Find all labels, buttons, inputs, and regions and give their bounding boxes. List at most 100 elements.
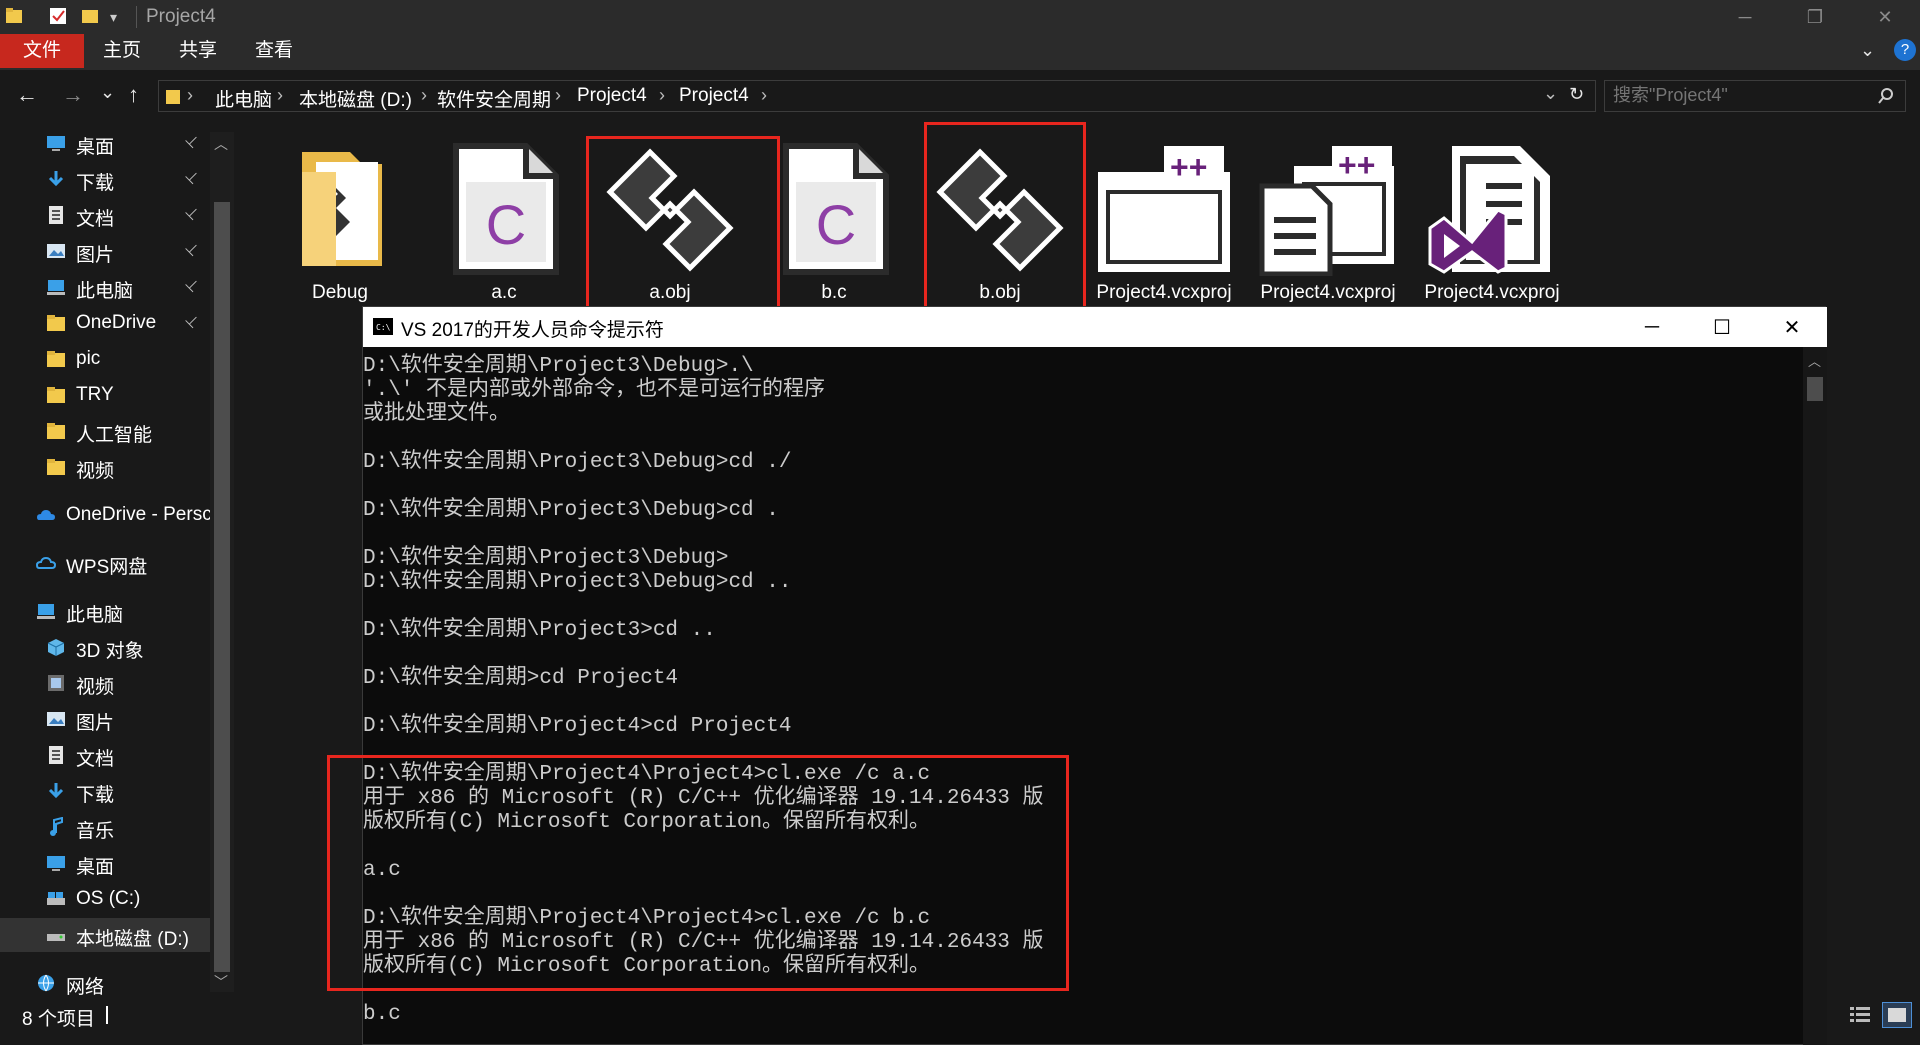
large-icons-view-icon[interactable]	[1882, 1002, 1912, 1028]
breadcrumb[interactable]: › 此电脑 › 本地磁盘 (D:) › 软件安全周期 › Project4 › …	[158, 80, 1596, 112]
maximize-button[interactable]: ❐	[1780, 0, 1850, 34]
sidebar-item-4[interactable]: 此电脑 ⊥	[0, 270, 210, 304]
pin-icon[interactable]: ⊥	[182, 238, 204, 260]
search-box[interactable]	[1604, 80, 1906, 112]
breadcrumb-item-software-security[interactable]: 软件安全周期	[437, 85, 551, 112]
console-scrollbar[interactable]: ︿	[1803, 347, 1827, 1045]
sidebar-item-15[interactable]: 图片	[0, 702, 210, 736]
customize-toolbar-icon[interactable]: ▾	[110, 9, 130, 29]
file-item-project4-vcxproj-user[interactable]: ++ Project4.vcxproj	[1248, 132, 1408, 312]
file-item-a-c[interactable]: C a.c	[424, 132, 584, 312]
sidebar-item-11[interactable]: WPS网盘	[0, 546, 210, 580]
sidebar-item-12[interactable]: 此电脑	[0, 594, 210, 628]
sidebar-item-5[interactable]: OneDrive ⊥	[0, 306, 210, 340]
file-item-project4-vcxproj-filters[interactable]: ++ Project4.vcxproj	[1084, 132, 1244, 312]
sidebar-item-2[interactable]: 文档 ⊥	[0, 198, 210, 232]
item-count: 8 个项目	[22, 1009, 95, 1030]
close-button[interactable]: ✕	[1850, 0, 1920, 34]
scroll-down-icon[interactable]: ﹀	[214, 972, 228, 992]
console-title-bar[interactable]: C:\ VS 2017的开发人员命令提示符 ─ ☐ ✕	[363, 307, 1827, 347]
recent-locations-button[interactable]: ⌄	[100, 82, 115, 110]
refresh-icon[interactable]: ↻	[1569, 84, 1584, 105]
back-button[interactable]: ←	[16, 82, 38, 110]
nav-scrollbar-thumb[interactable]	[214, 202, 230, 972]
search-input[interactable]	[1613, 85, 1873, 106]
help-icon[interactable]: ?	[1894, 39, 1916, 61]
tab-home[interactable]: 主页	[90, 34, 154, 68]
address-dropdown-icon[interactable]: ⌄	[1543, 83, 1558, 104]
sidebar-item-label: WPS网盘	[66, 557, 148, 578]
pin-icon[interactable]: ⊥	[182, 130, 204, 152]
sidebar-item-20[interactable]: OS (C:)	[0, 882, 210, 916]
console-close-button[interactable]: ✕	[1757, 307, 1827, 347]
sidebar-item-13[interactable]: 3D 对象	[0, 630, 210, 664]
properties-icon[interactable]	[48, 6, 68, 26]
forward-button[interactable]: →	[62, 82, 84, 110]
breadcrumb-item-project4-sub[interactable]: Project4	[679, 85, 749, 107]
folder-icon	[46, 385, 66, 405]
sidebar-item-16[interactable]: 文档	[0, 738, 210, 772]
details-view-icon[interactable]	[1848, 1004, 1872, 1031]
pin-icon[interactable]: ⊥	[182, 166, 204, 188]
breadcrumb-item-project4[interactable]: Project4	[577, 85, 647, 107]
tab-share[interactable]: 共享	[166, 34, 230, 68]
sidebar-item-8[interactable]: 人工智能	[0, 414, 210, 448]
breadcrumb-separator[interactable]: ›	[187, 85, 193, 106]
sidebar-item-10[interactable]: OneDrive - Persc	[0, 498, 210, 532]
document-icon	[46, 205, 66, 225]
scroll-up-icon[interactable]: ︿	[1808, 351, 1821, 370]
sidebar-item-0[interactable]: 桌面 ⊥	[0, 126, 210, 160]
sidebar-item-7[interactable]: TRY	[0, 378, 210, 412]
svg-text:++: ++	[1170, 149, 1207, 185]
breadcrumb-separator[interactable]: ›	[659, 85, 665, 106]
console-line: D:\软件安全周期\Project3>cd ..	[363, 619, 716, 642]
sidebar-item-22[interactable]: 网络	[0, 966, 210, 1000]
pin-icon[interactable]: ⊥	[182, 202, 204, 224]
computer-icon	[46, 277, 66, 297]
console-line: D:\软件安全周期\Project3\Debug>	[363, 547, 729, 570]
file-item-project4-vcxproj[interactable]: Project4.vcxproj	[1412, 132, 1572, 312]
pin-icon[interactable]: ⊥	[182, 310, 204, 332]
tab-file[interactable]: 文件	[0, 34, 84, 68]
console-minimize-button[interactable]: ─	[1617, 307, 1687, 347]
command-prompt-window[interactable]: C:\ VS 2017的开发人员命令提示符 ─ ☐ ✕ D:\软件安全周期\Pr…	[327, 306, 1827, 1045]
nav-scrollbar[interactable]: ︿ ﹀	[210, 132, 234, 992]
breadcrumb-item-this-pc[interactable]: 此电脑	[215, 85, 272, 112]
sidebar-item-3[interactable]: 图片 ⊥	[0, 234, 210, 268]
sidebar-item-6[interactable]: pic	[0, 342, 210, 376]
sidebar-item-19[interactable]: 桌面	[0, 846, 210, 880]
console-scrollbar-thumb[interactable]	[1807, 377, 1823, 401]
breadcrumb-item-drive-d[interactable]: 本地磁盘 (D:)	[299, 85, 412, 112]
sidebar-item-label: 网络	[66, 977, 105, 998]
breadcrumb-separator[interactable]: ›	[277, 85, 283, 106]
sidebar-item-9[interactable]: 视频	[0, 450, 210, 484]
ribbon-expand-icon[interactable]: ⌄	[1860, 40, 1875, 61]
breadcrumb-separator[interactable]: ›	[421, 85, 427, 106]
pin-icon[interactable]: ⊥	[182, 274, 204, 296]
sidebar-item-label: OS (C:)	[76, 888, 141, 909]
svg-text:C:\: C:\	[376, 323, 391, 332]
sidebar-item-21[interactable]: 本地磁盘 (D:)	[0, 918, 210, 952]
sidebar-item-18[interactable]: 音乐	[0, 810, 210, 844]
console-line: D:\软件安全周期\Project3\Debug>cd .	[363, 499, 779, 522]
up-button[interactable]: ↑	[128, 82, 139, 110]
breadcrumb-separator[interactable]: ›	[555, 85, 561, 106]
tab-view[interactable]: 查看	[242, 34, 306, 68]
highlight-box	[586, 136, 780, 310]
sidebar-item-14[interactable]: 视频	[0, 666, 210, 700]
sidebar-item-label: OneDrive - Persc	[66, 504, 210, 525]
sidebar-item-17[interactable]: 下载	[0, 774, 210, 808]
file-item-debug[interactable]: Debug	[260, 132, 420, 312]
minimize-button[interactable]: ─	[1710, 0, 1780, 34]
scroll-up-icon[interactable]: ︿	[214, 134, 228, 154]
folder-icon	[270, 142, 410, 276]
console-maximize-button[interactable]: ☐	[1687, 307, 1757, 347]
sidebar-item-label: TRY	[76, 384, 114, 405]
sidebar-item-label: 音乐	[76, 821, 115, 842]
sidebar-item-1[interactable]: 下载 ⊥	[0, 162, 210, 196]
breadcrumb-separator[interactable]: ›	[761, 85, 767, 106]
new-folder-icon[interactable]	[80, 6, 100, 26]
